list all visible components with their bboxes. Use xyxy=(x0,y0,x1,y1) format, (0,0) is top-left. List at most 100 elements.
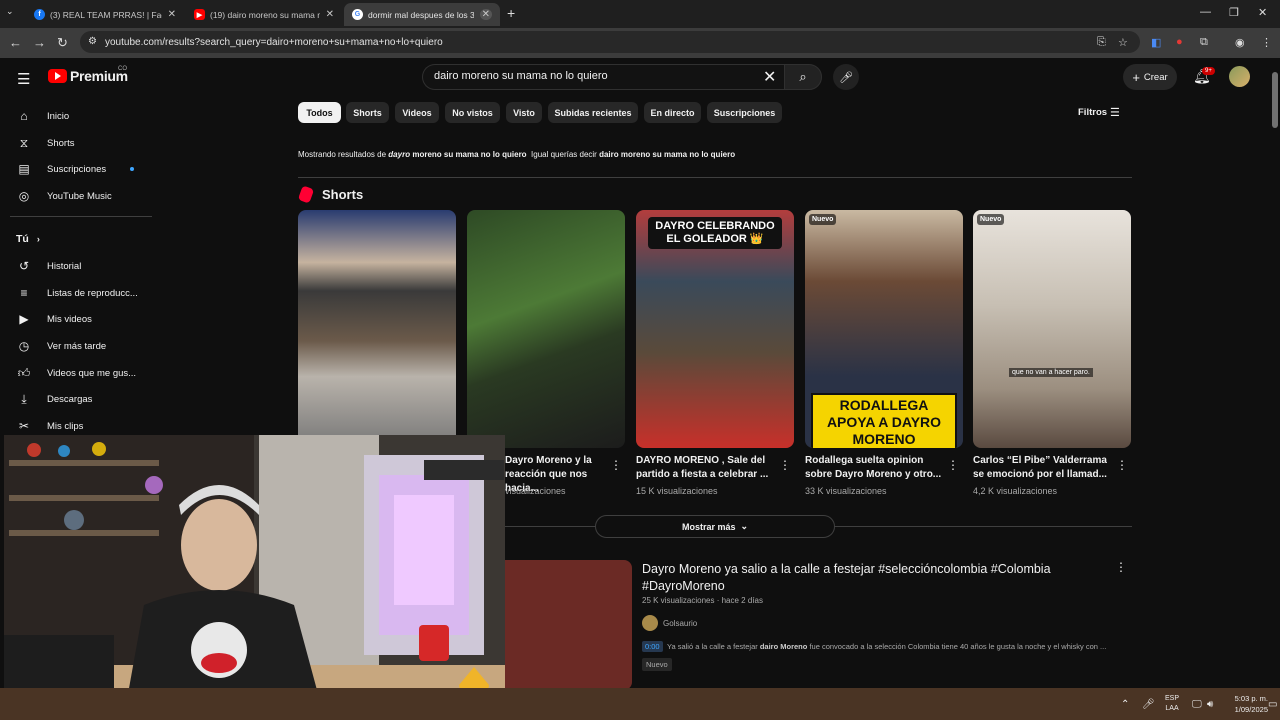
short-title-3[interactable]: DAYRO MORENO , Sale del partido a fiesta… xyxy=(636,454,776,482)
avatar[interactable] xyxy=(1229,66,1250,87)
more-options-icon[interactable]: ⋮ xyxy=(947,458,959,472)
sidebar-item-inicio[interactable]: ⌂ Inicio xyxy=(10,103,152,129)
tab-search-icon[interactable]: ⌄ xyxy=(6,6,14,17)
chevron-right-icon: › xyxy=(36,234,40,244)
close-icon[interactable]: ✕ xyxy=(326,9,334,20)
my-videos-icon: ▶ xyxy=(19,312,29,326)
tab-facebook[interactable]: f (3) REAL TEAM PRRAS! | Facebook ✕ xyxy=(26,3,184,26)
show-more-button[interactable]: Mostrar más ⌄ xyxy=(595,515,835,538)
extensions-icon[interactable]: ⧉ xyxy=(1200,36,1208,49)
short-views-2: visualizaciones xyxy=(505,486,566,496)
short-thumbnail-5[interactable]: Nuevo que no van a hacer paro. xyxy=(973,210,1131,448)
chip-shorts[interactable]: Shorts xyxy=(346,102,389,123)
webcam-overlay xyxy=(4,435,505,716)
sidebar-item-suscripciones[interactable]: ▤ Suscripciones xyxy=(10,156,152,182)
url-text[interactable]: youtube.com/results?search_query=dairo+m… xyxy=(105,37,443,48)
close-icon[interactable]: ✕ xyxy=(168,9,176,20)
plus-icon: + xyxy=(1132,69,1140,85)
more-options-icon[interactable]: ⋮ xyxy=(779,458,791,472)
sidebar-item-me-gusta[interactable]: 👍︎ Videos que me gus... xyxy=(10,360,152,386)
volume-icon[interactable]: 🔊︎ xyxy=(1207,699,1213,710)
install-icon[interactable]: ⎘ xyxy=(1097,36,1106,49)
forward-icon[interactable]: → xyxy=(33,35,46,50)
channel-avatar[interactable] xyxy=(642,615,658,631)
search-input[interactable]: dairo moreno su mama no lo quiero xyxy=(434,70,608,82)
desc-part: Ya salió a la calle a festejar xyxy=(667,642,758,651)
more-options-icon[interactable]: ⋮ xyxy=(1116,458,1128,472)
chapter-timestamp[interactable]: 0:00 xyxy=(642,641,663,652)
tray-chevron-up-icon[interactable]: ⌃ xyxy=(1121,699,1129,710)
liked-icon: 👍︎ xyxy=(17,365,31,380)
tab-google[interactable]: G dormir mal despues de los 30 años ✕ xyxy=(344,3,500,26)
webcam-image xyxy=(4,435,505,716)
profile-icon[interactable]: ◉ xyxy=(1235,36,1245,49)
network-icon[interactable]: 🖵︎ xyxy=(1192,699,1202,710)
sidebar-item-listas[interactable]: ≡ Listas de reproducc... xyxy=(10,280,152,306)
restore-icon[interactable]: ❐ xyxy=(1229,6,1239,19)
minimize-icon[interactable]: — xyxy=(1200,6,1211,18)
correction-mid: Igual querías decir xyxy=(531,150,597,159)
filters-sliders-icon[interactable]: ☰ xyxy=(1110,106,1120,119)
music-icon: ◎ xyxy=(18,189,30,203)
short-title-5[interactable]: Carlos “El Pibe” Valderrama se emocionó … xyxy=(973,454,1113,482)
chip-videos[interactable]: Videos xyxy=(395,102,439,123)
sidebar-item-mis-videos[interactable]: ▶ Mis videos xyxy=(10,306,152,332)
window-close-icon[interactable]: ✕ xyxy=(1258,6,1267,19)
video-age: hace 2 días xyxy=(721,596,763,605)
sidebar-item-shorts[interactable]: ⧖ Shorts xyxy=(10,130,152,156)
chip-suscripciones[interactable]: Suscripciones xyxy=(707,102,782,123)
chip-en-directo[interactable]: En directo xyxy=(644,102,701,123)
clock-date: 1/09/2025 xyxy=(1234,705,1268,714)
corrected-term[interactable]: dayro xyxy=(388,150,410,159)
hamburger-menu-icon[interactable]: ☰ xyxy=(17,70,30,88)
page-scrollbar[interactable] xyxy=(1270,58,1280,688)
short-thumbnail-4[interactable]: Nuevo RODALLEGA APOYA A DAYRO MORENO xyxy=(805,210,963,448)
keyboard-language[interactable]: ESP LAA xyxy=(1165,694,1179,714)
tab-youtube[interactable]: ▶ (19) dairo moreno su mama no lo quiero… xyxy=(186,3,342,26)
corrected-query-rest[interactable]: moreno su mama no lo quiero xyxy=(412,150,526,159)
short-thumbnail-3[interactable]: DAYRO CELEBRANDO EL GOLEADOR 👑 xyxy=(636,210,794,448)
clear-search-icon[interactable]: ✕ xyxy=(763,67,776,87)
short-thumbnail-2[interactable] xyxy=(467,210,625,448)
chip-subidas-recientes[interactable]: Subidas recientes xyxy=(548,102,638,123)
short-views-5: 4,2 K visualizaciones xyxy=(973,486,1058,496)
short-thumbnail-1[interactable] xyxy=(298,210,456,448)
sidebar-item-descargas[interactable]: ⤓ Descargas xyxy=(10,386,152,412)
search-button[interactable]: ⌕ xyxy=(784,64,822,90)
sidebar-item-label: Suscripciones xyxy=(47,163,107,175)
short-title-4[interactable]: Rodallega suelta opinion sobre Dayro Mor… xyxy=(805,454,945,482)
back-icon[interactable]: ← xyxy=(9,35,22,50)
channel-name[interactable]: Golsaurio xyxy=(663,619,697,628)
bookmark-star-icon[interactable]: ☆ xyxy=(1118,36,1128,49)
translate-extension-icon[interactable]: ◧ xyxy=(1151,36,1161,49)
sidebar-item-historial[interactable]: ↺ Historial xyxy=(10,253,152,279)
voice-search-button[interactable]: 🎤︎ xyxy=(833,64,859,90)
create-button[interactable]: + Crear xyxy=(1123,64,1177,90)
video-thumbnail[interactable] xyxy=(505,560,632,690)
original-query-link[interactable]: dairo moreno su mama no lo quiero xyxy=(599,150,735,159)
more-options-icon[interactable]: ⋮ xyxy=(610,458,622,472)
chip-no-vistos[interactable]: No vistos xyxy=(445,102,500,123)
site-info-icon[interactable]: ⚙ xyxy=(88,36,97,47)
sidebar-item-youtube-music[interactable]: ◎ YouTube Music xyxy=(10,183,152,209)
country-code: CO xyxy=(118,66,127,72)
sidebar-item-label: Mis videos xyxy=(47,313,92,325)
new-tab-button[interactable]: + xyxy=(507,5,515,21)
browser-menu-icon[interactable]: ⋮ xyxy=(1261,36,1272,49)
sidebar-item-label: YouTube Music xyxy=(47,190,112,202)
notification-center-icon[interactable]: ▭ xyxy=(1268,699,1277,710)
system-clock[interactable]: 5:03 p. m. 1/09/2025 xyxy=(1224,693,1268,715)
video-title[interactable]: Dayro Moreno ya salio a la calle a feste… xyxy=(642,561,1102,595)
chip-visto[interactable]: Visto xyxy=(506,102,542,123)
reload-icon[interactable]: ↻ xyxy=(57,35,68,51)
correction-prefix: Mostrando resultados de xyxy=(298,150,387,159)
scrollbar-thumb[interactable] xyxy=(1272,72,1278,128)
chip-todos[interactable]: Todos xyxy=(298,102,341,123)
filters-button[interactable]: Filtros xyxy=(1078,107,1107,118)
more-options-icon[interactable]: ⋮ xyxy=(1115,560,1127,574)
close-icon[interactable]: ✕ xyxy=(479,9,492,20)
red-extension-icon[interactable]: ● xyxy=(1176,36,1183,48)
sidebar-you-header[interactable]: Tú › xyxy=(10,226,152,252)
sidebar-item-ver-mas-tarde[interactable]: ◷ Ver más tarde xyxy=(10,333,152,359)
tray-microphone-icon[interactable]: 🎤︎ xyxy=(1142,699,1155,710)
